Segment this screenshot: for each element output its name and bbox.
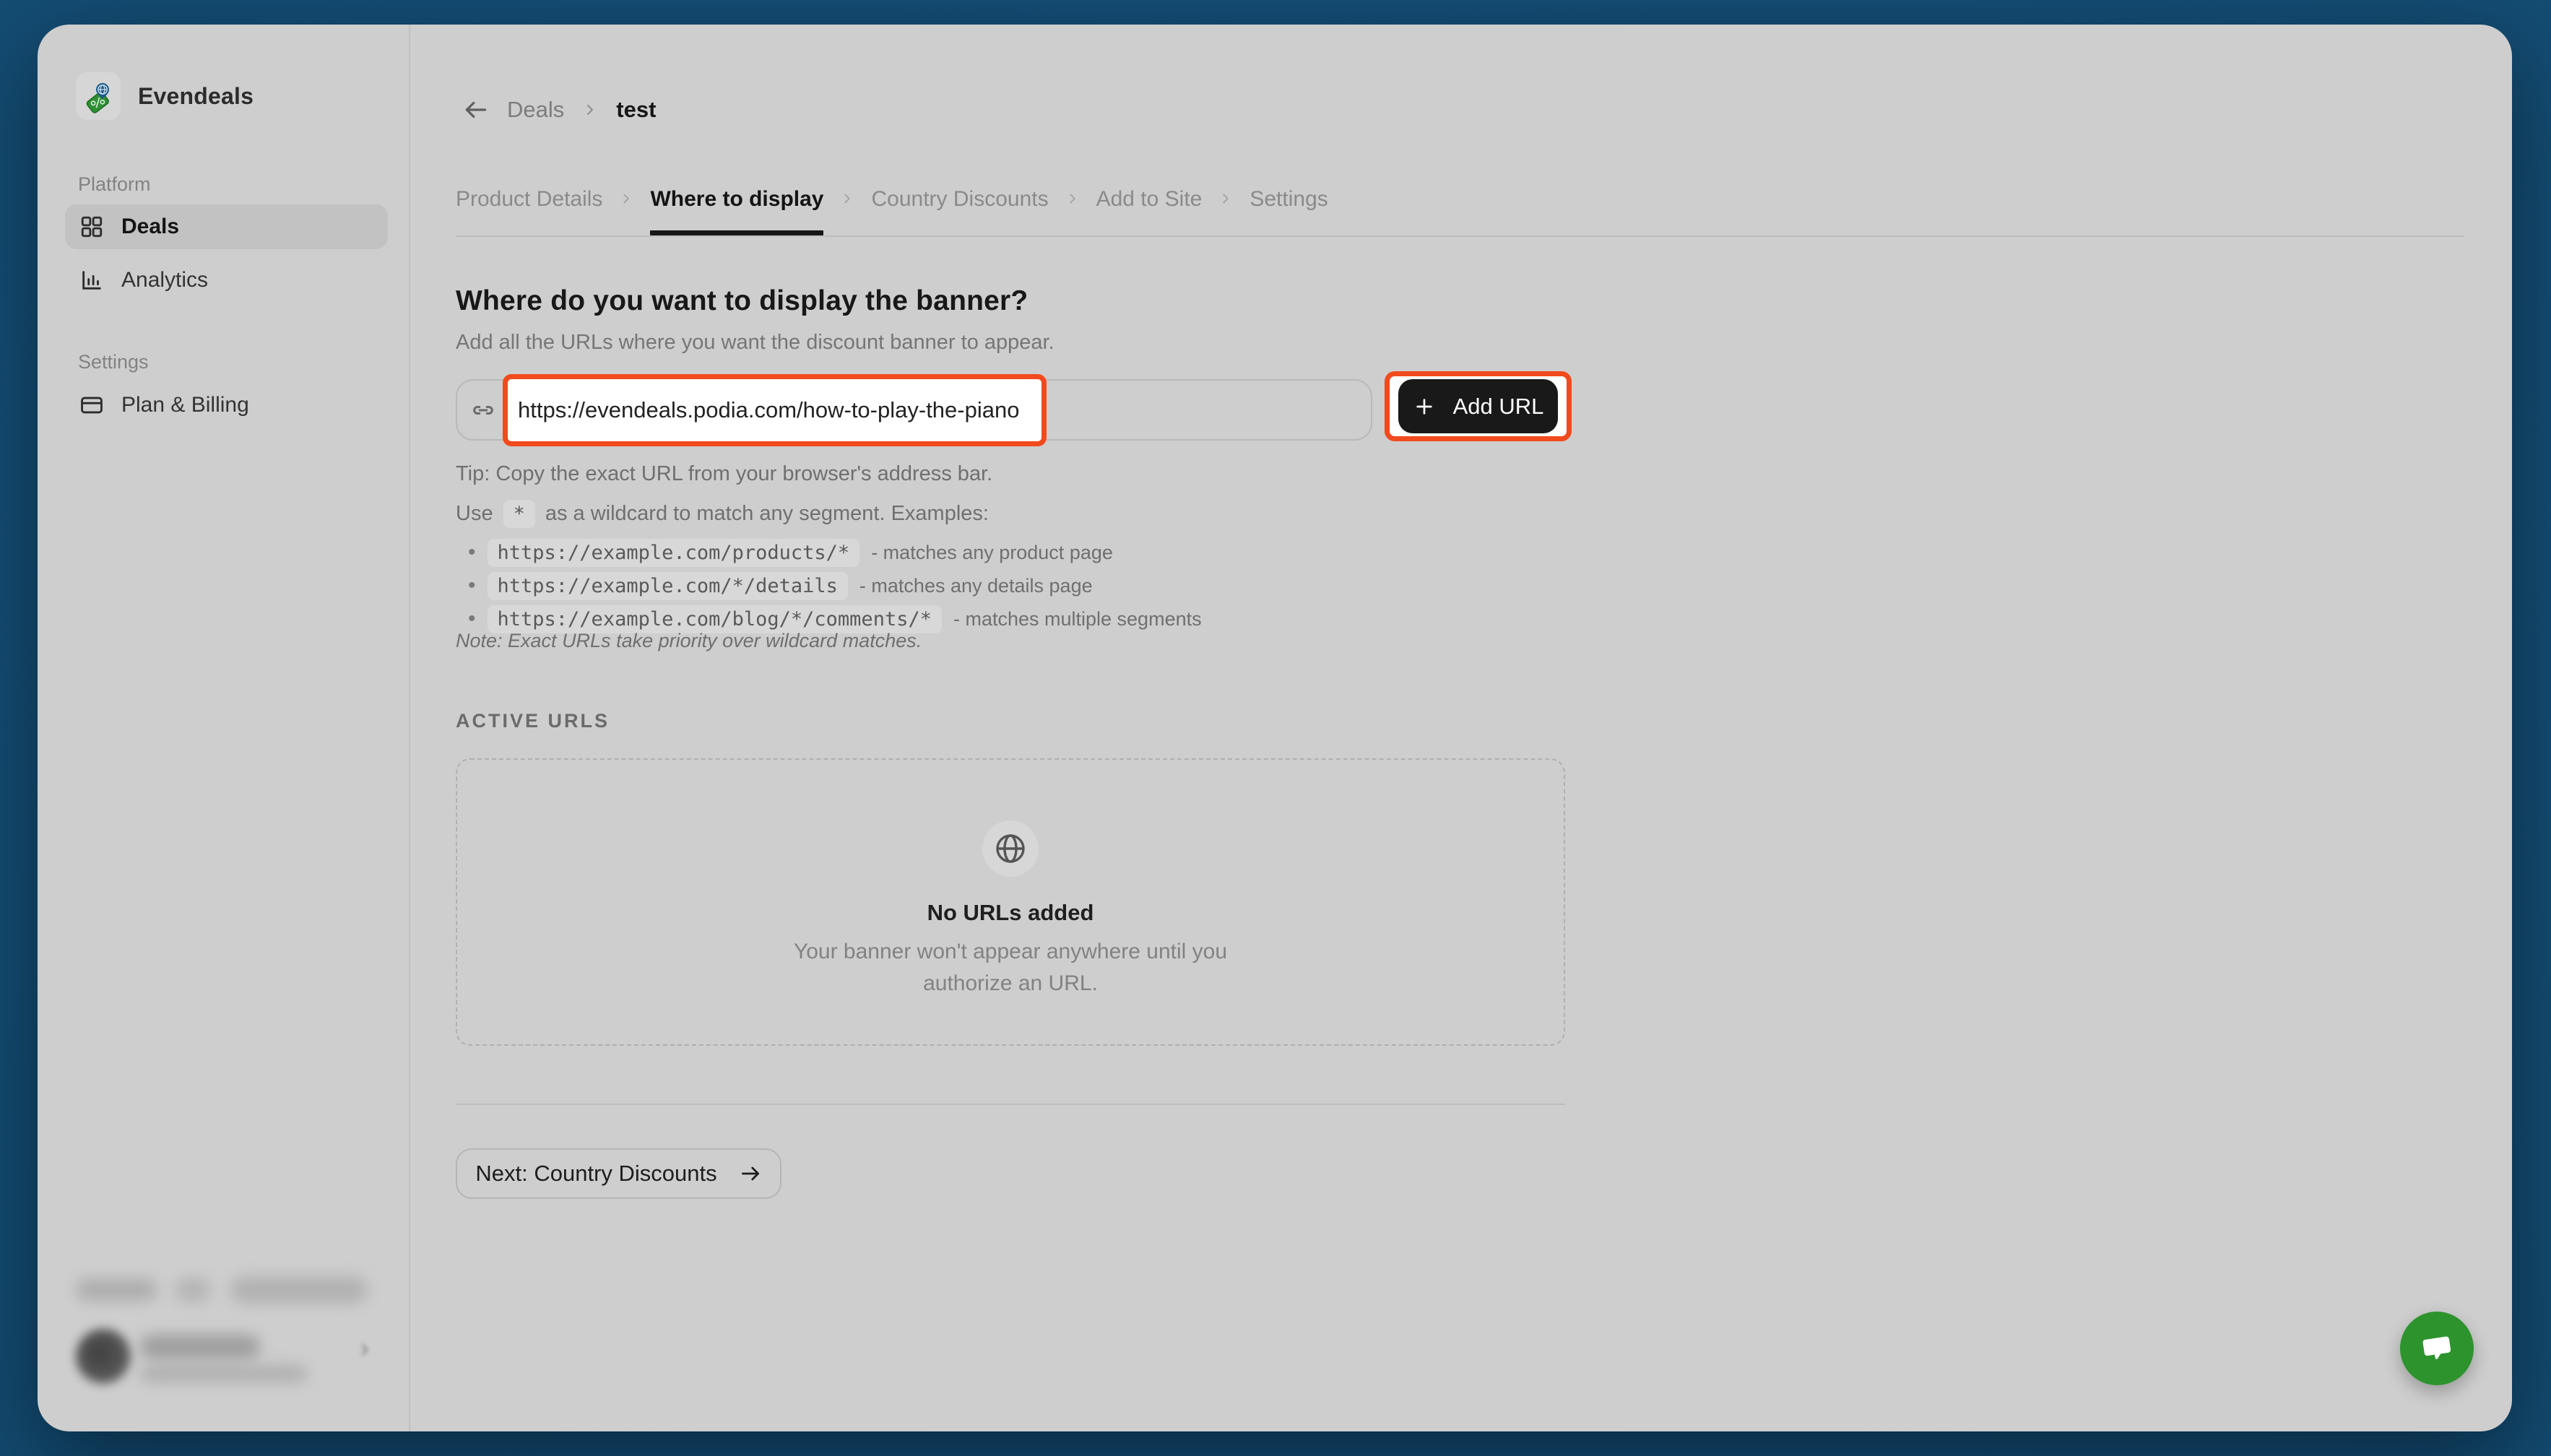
bullet-icon: • [468,573,476,598]
annotation-highlight-url-input [503,374,1047,446]
profile-chevron-icon[interactable] [355,1340,374,1359]
empty-state-description: Your banner won't appear anywhere until … [794,936,1227,1000]
tab-product-details[interactable]: Product Details [456,187,602,212]
wildcard-prefix: Use [456,502,493,526]
redacted-badge [175,1278,211,1302]
wildcard-examples: • https://example.com/products/* - match… [468,536,1202,636]
next-button-label: Next: Country Discounts [475,1161,716,1187]
grid-icon [79,214,104,239]
sidebar-section-settings: Settings [78,351,149,373]
breadcrumb-deals-link[interactable]: Deals [507,97,564,123]
example-code: https://example.com/products/* [488,539,860,567]
app-window: Evendeals Platform Deals Analytics Setti… [38,25,2512,1431]
sidebar-item-plan-billing[interactable]: Plan & Billing [65,383,388,428]
example-code: https://example.com/blog/*/comments/* [488,605,942,633]
main-content: Deals test Product Details Where to disp… [410,25,2512,1431]
redacted-user-name [140,1335,260,1359]
example-row: • https://example.com/products/* - match… [468,536,1202,569]
credit-card-icon [79,393,104,417]
chevron-right-icon [1065,191,1080,207]
url-input[interactable] [508,397,1041,423]
back-arrow-icon[interactable] [462,96,490,124]
tab-settings[interactable]: Settings [1249,187,1328,212]
bullet-icon: • [468,607,476,631]
chat-widget-button[interactable] [2400,1312,2474,1385]
active-urls-empty-state: No URLs added Your banner won't appear a… [456,758,1565,1046]
sidebar: Evendeals Platform Deals Analytics Setti… [38,25,410,1431]
page-title: Where do you want to display the banner? [456,285,1028,317]
sidebar-item-label: Deals [121,214,179,239]
example-row: • https://example.com/*/details - matche… [468,569,1202,602]
tabs-divider [456,235,2464,237]
sidebar-item-analytics[interactable]: Analytics [65,258,388,303]
tab-country-discounts[interactable]: Country Discounts [871,187,1048,212]
example-desc: - matches any details page [859,575,1093,597]
breadcrumb-current: test [616,97,656,123]
example-code: https://example.com/*/details [488,572,848,600]
sidebar-item-label: Plan & Billing [121,393,249,417]
evendeals-logo-icon [76,72,121,120]
empty-state-title: No URLs added [927,900,1094,926]
bar-chart-icon [79,268,104,292]
plus-icon [1413,395,1436,418]
chevron-right-icon [618,191,634,207]
chevron-right-icon [1218,191,1234,207]
brand-name: Evendeals [138,83,254,110]
breadcrumb: Deals test [462,96,656,124]
redacted-workspace-text [76,1279,157,1301]
active-urls-heading: ACTIVE URLS [456,710,610,732]
tip-text: Tip: Copy the exact URL from your browse… [456,462,992,486]
sidebar-section-platform: Platform [78,173,151,196]
empty-state-line2: authorize an URL. [794,968,1227,1000]
arrow-right-icon [739,1162,762,1185]
bullet-icon: • [468,540,476,565]
section-divider [456,1104,1565,1105]
sidebar-item-label: Analytics [121,268,208,292]
globe-icon [982,820,1039,877]
tab-add-to-site[interactable]: Add to Site [1096,187,1203,212]
annotation-highlight-add-url: Add URL [1385,371,1572,441]
wildcard-hint: Use * as a wildcard to match any segment… [456,500,989,528]
chevron-right-icon [581,101,599,118]
url-input-row: Add URL [456,371,1575,451]
wildcard-chip: * [503,500,535,528]
next-country-discounts-button[interactable]: Next: Country Discounts [456,1148,781,1199]
page-subtitle: Add all the URLs where you want the disc… [456,331,1054,355]
redacted-user-email [140,1365,308,1382]
tab-where-to-display[interactable]: Where to display [650,187,823,235]
step-tabs: Product Details Where to display Country… [456,187,1328,235]
link-icon [470,397,496,423]
note-text: Note: Exact URLs take priority over wild… [456,630,922,652]
add-url-button[interactable]: Add URL [1398,379,1558,433]
empty-state-line1: Your banner won't appear anywhere until … [794,936,1227,968]
redacted-plan-pill [230,1276,368,1304]
example-desc: - matches any product page [871,542,1113,564]
wildcard-suffix: as a wildcard to match any segment. Exam… [545,502,989,526]
chevron-right-icon [839,191,855,207]
example-desc: - matches multiple segments [953,608,1202,630]
add-url-label: Add URL [1453,394,1544,420]
brand: Evendeals [76,72,254,120]
speech-bubble-icon [2417,1329,2456,1368]
avatar[interactable] [76,1329,131,1384]
sidebar-item-deals[interactable]: Deals [65,204,388,249]
